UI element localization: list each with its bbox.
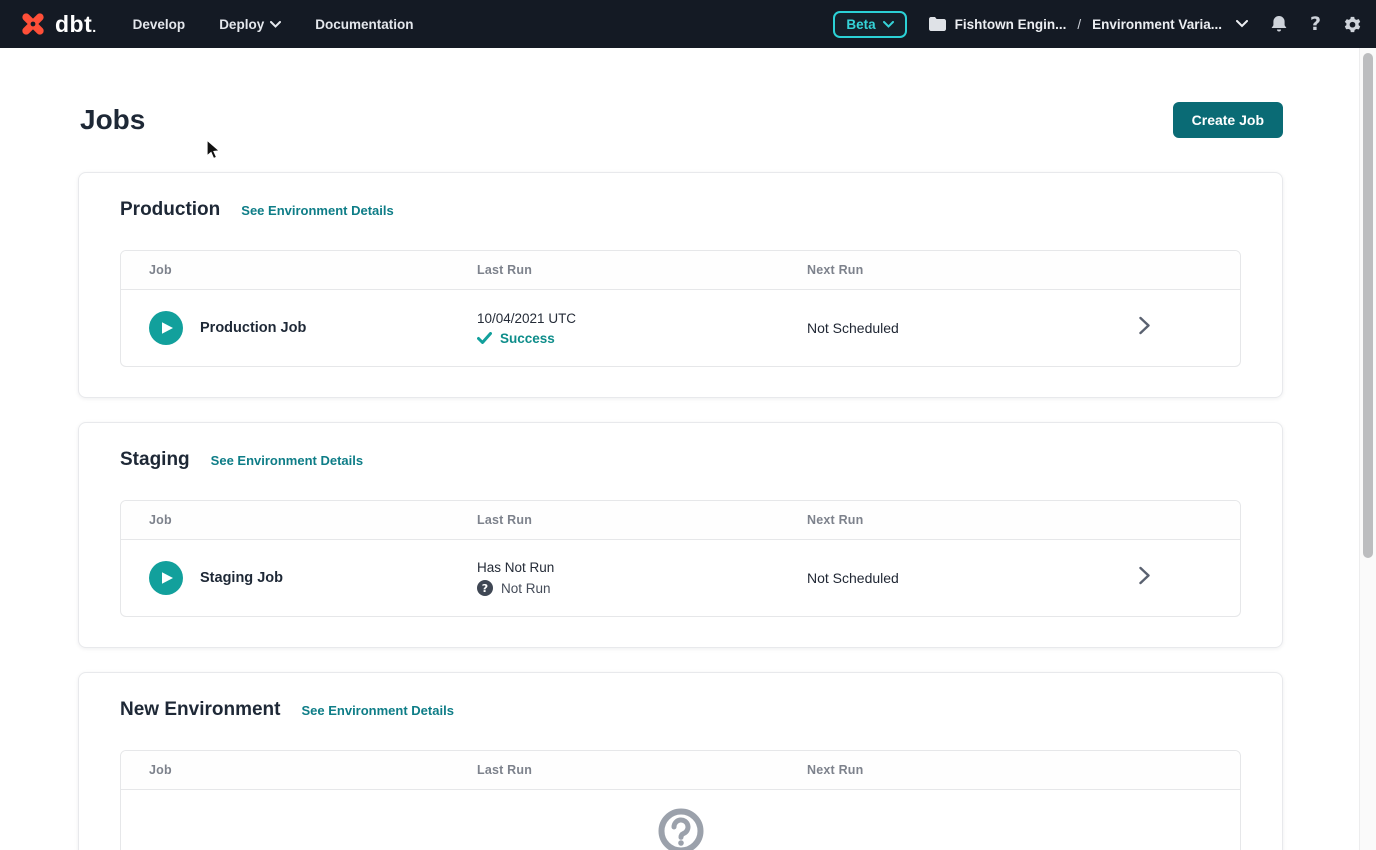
chevron-right-icon[interactable] (1139, 317, 1150, 340)
brand-name: dbt (55, 11, 97, 38)
environment-card-production: Production See Environment Details Job L… (78, 172, 1283, 398)
breadcrumb-project[interactable]: Fishtown Engin... (955, 17, 1067, 32)
empty-state-question-circle-icon (658, 808, 704, 850)
vertical-scrollbar-track[interactable] (1359, 48, 1376, 850)
create-job-button[interactable]: Create Job (1173, 102, 1283, 138)
jobs-table: Job Last Run Next Run Production Job 10/… (120, 250, 1241, 367)
page-title: Jobs (80, 104, 145, 136)
help-icon[interactable]: ? (1310, 13, 1321, 35)
environment-card-new-environment: New Environment See Environment Details … (78, 672, 1283, 850)
nav-item-develop[interactable]: Develop (133, 17, 186, 32)
breadcrumb-separator: / (1077, 17, 1081, 32)
topbar-right-cluster: Beta Fishtown Engin... / Environment Var… (833, 11, 1362, 38)
empty-jobs-area (121, 790, 1240, 850)
last-run-status: Success (477, 331, 807, 346)
column-header-next-run: Next Run (807, 763, 1240, 777)
job-name: Staging Job (200, 570, 283, 586)
chevron-down-icon (1236, 20, 1248, 28)
breadcrumb-page[interactable]: Environment Varia... (1092, 17, 1222, 32)
dbt-logo-icon (18, 9, 48, 39)
see-environment-details-link[interactable]: See Environment Details (241, 203, 393, 218)
column-header-next-run: Next Run (807, 513, 1240, 527)
job-cell: Production Job (121, 311, 477, 345)
nav-item-documentation[interactable]: Documentation (315, 17, 413, 32)
environment-card-header: New Environment See Environment Details (120, 697, 1241, 721)
environment-title: New Environment (120, 699, 280, 721)
dbt-logo[interactable]: dbt (18, 9, 97, 39)
chevron-right-icon[interactable] (1139, 567, 1150, 590)
nav-item-deploy[interactable]: Deploy (219, 17, 281, 32)
next-run-cell: Not Scheduled (807, 570, 1240, 586)
jobs-table-header: Job Last Run Next Run (121, 251, 1240, 290)
folder-icon (929, 17, 946, 31)
vertical-scrollbar-thumb[interactable] (1363, 53, 1373, 558)
job-name: Production Job (200, 320, 306, 336)
run-job-play-button[interactable] (149, 561, 183, 595)
settings-gear-icon[interactable] (1343, 15, 1362, 34)
job-row-staging[interactable]: Staging Job Has Not Run ? Not Run Not Sc… (121, 540, 1240, 616)
column-header-job: Job (121, 763, 477, 777)
job-cell: Staging Job (121, 561, 477, 595)
environment-card-staging: Staging See Environment Details Job Last… (78, 422, 1283, 648)
column-header-job: Job (121, 513, 477, 527)
jobs-table: Job Last Run Next Run (120, 750, 1241, 850)
top-navigation-bar: dbt Develop Deploy Documentation Beta Fi… (0, 0, 1376, 48)
see-environment-details-link[interactable]: See Environment Details (211, 453, 363, 468)
environment-title: Production (120, 199, 220, 221)
column-header-next-run: Next Run (807, 263, 1240, 277)
jobs-table: Job Last Run Next Run Staging Job Has No… (120, 500, 1241, 617)
main-content: Jobs Create Job Production See Environme… (0, 48, 1376, 850)
beta-dropdown-button[interactable]: Beta (833, 11, 906, 38)
page-header: Jobs Create Job (78, 102, 1283, 138)
chevron-down-icon (883, 21, 894, 28)
run-job-play-button[interactable] (149, 311, 183, 345)
environment-card-header: Production See Environment Details (120, 197, 1241, 221)
last-run-status: ? Not Run (477, 580, 807, 596)
column-header-job: Job (121, 263, 477, 277)
next-run-cell: Not Scheduled (807, 320, 1240, 336)
chevron-down-icon (270, 21, 281, 28)
jobs-table-header: Job Last Run Next Run (121, 501, 1240, 540)
column-header-last-run: Last Run (477, 763, 807, 777)
main-nav: Develop Deploy Documentation (133, 17, 414, 32)
jobs-table-header: Job Last Run Next Run (121, 751, 1240, 790)
project-breadcrumb-switcher[interactable]: Fishtown Engin... / Environment Varia... (929, 17, 1248, 32)
check-icon (477, 332, 492, 344)
column-header-last-run: Last Run (477, 513, 807, 527)
environment-card-header: Staging See Environment Details (120, 447, 1241, 471)
question-circle-icon: ? (477, 580, 493, 596)
column-header-last-run: Last Run (477, 263, 807, 277)
last-run-cell: Has Not Run ? Not Run (477, 560, 807, 596)
job-row-production[interactable]: Production Job 10/04/2021 UTC Success No… (121, 290, 1240, 366)
last-run-date: Has Not Run (477, 560, 807, 575)
environment-title: Staging (120, 449, 190, 471)
last-run-cell: 10/04/2021 UTC Success (477, 311, 807, 346)
last-run-date: 10/04/2021 UTC (477, 311, 807, 326)
see-environment-details-link[interactable]: See Environment Details (301, 703, 453, 718)
notifications-bell-icon[interactable] (1270, 15, 1288, 34)
